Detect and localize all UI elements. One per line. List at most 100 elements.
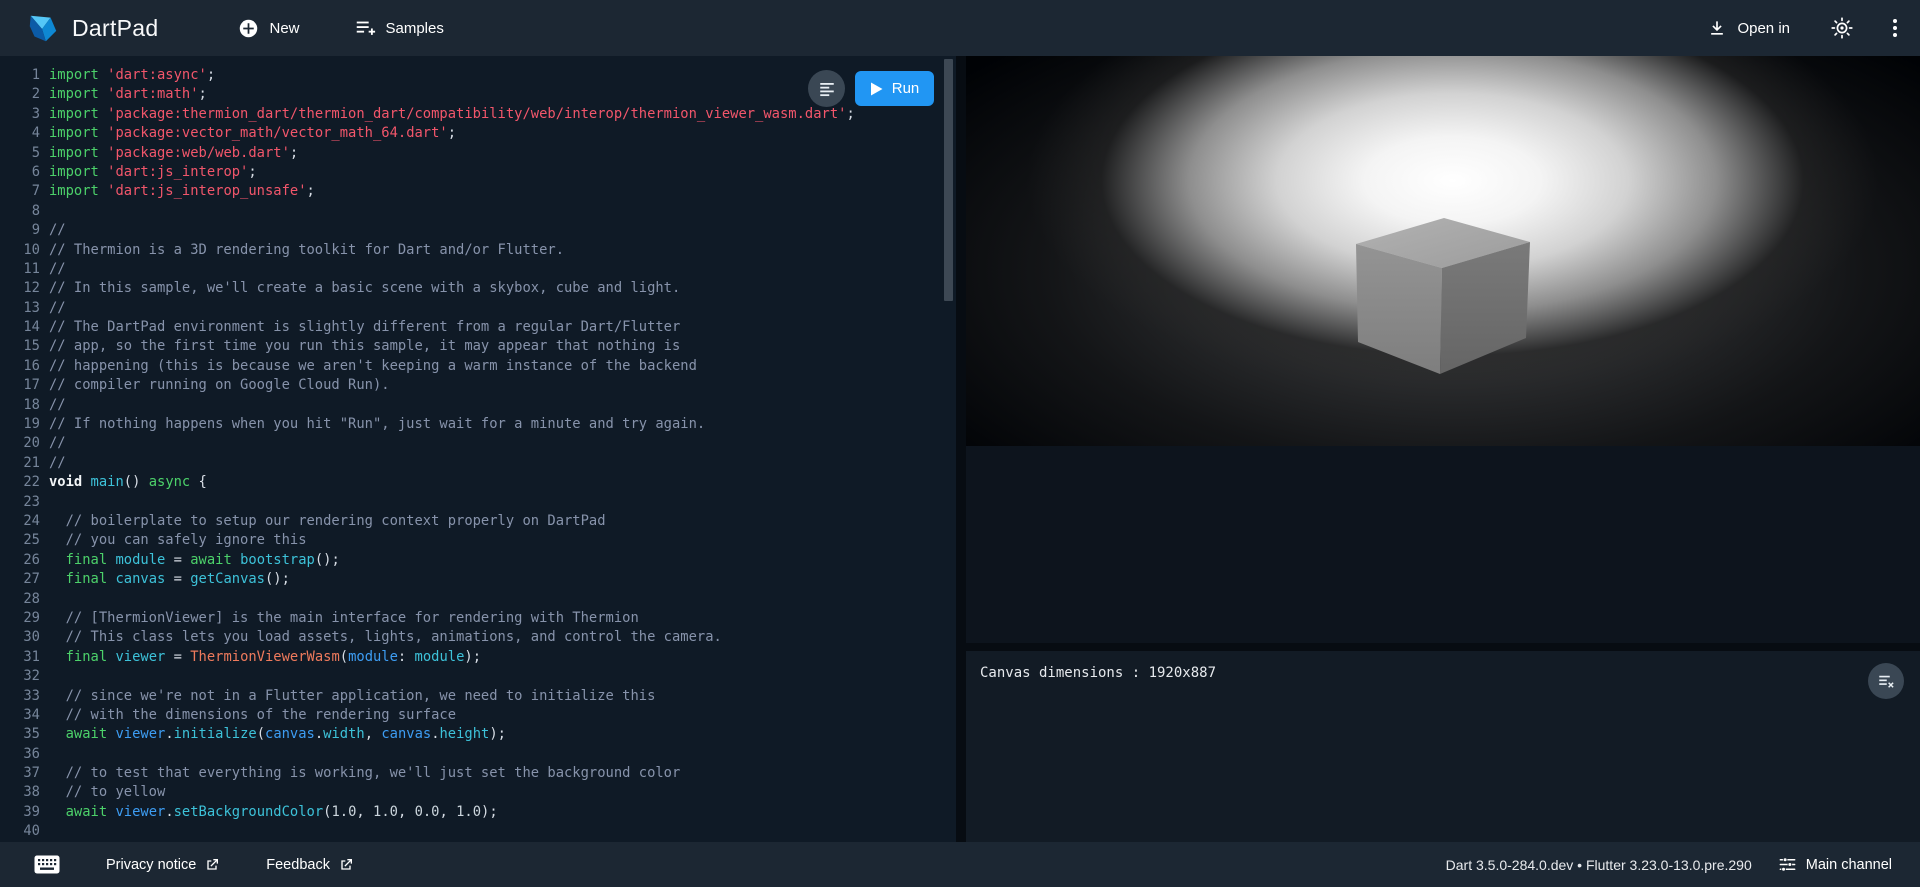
code-line[interactable]: 17 // compiler running on Google Cloud Ru… [0, 376, 956, 395]
code-line[interactable]: 34 // with the dimensions of the renderi… [0, 706, 956, 725]
code-text: // [49, 299, 66, 318]
code-line[interactable]: 40 [0, 822, 956, 841]
line-number: 3 [0, 105, 40, 124]
code-text: import 'package:thermion_dart/thermion_d… [49, 105, 855, 124]
render-canvas-3d[interactable] [966, 56, 1920, 446]
code-line[interactable]: 16 // happening (this is because we aren'… [0, 357, 956, 376]
code-line[interactable]: 18// [0, 396, 956, 415]
code-line[interactable]: 4import 'package:vector_math/vector_math… [0, 124, 956, 143]
vertical-splitter[interactable] [956, 56, 966, 842]
clear-console-button[interactable] [1868, 663, 1904, 699]
open-in-label: Open in [1737, 20, 1790, 37]
code-line[interactable]: 26 final module = await bootstrap(); [0, 551, 956, 570]
code-line[interactable]: 9// [0, 221, 956, 240]
code-line[interactable]: 10// Thermion is a 3D rendering toolkit … [0, 241, 956, 260]
code-line[interactable]: 37 // to test that everything is working… [0, 764, 956, 783]
line-number: 13 [0, 299, 40, 318]
keyboard-shortcuts-button[interactable] [30, 851, 64, 878]
code-line[interactable]: 25 // you can safely ignore this [0, 531, 956, 550]
line-number: 24 [0, 512, 40, 531]
line-number: 8 [0, 202, 40, 221]
code-line[interactable]: 12// In this sample, we'll create a basi… [0, 279, 956, 298]
top-app-bar: DartPad New Samples [0, 0, 1920, 56]
code-line[interactable]: 5import 'package:web/web.dart'; [0, 144, 956, 163]
dartpad-window: DartPad New Samples [0, 0, 1920, 887]
app-title: DartPad [72, 15, 158, 42]
code-line[interactable]: 21// [0, 454, 956, 473]
code-text: import 'dart:async'; [49, 66, 215, 85]
line-number: 14 [0, 318, 40, 337]
code-text: import 'dart:js_interop'; [49, 163, 257, 182]
code-text: await viewer.setBackgroundColor(1.0, 1.0… [49, 803, 498, 822]
line-number: 23 [0, 493, 40, 512]
code-text: // happening (this is because we aren't … [49, 357, 697, 376]
code-line[interactable]: 3 import 'package:thermion_dart/thermion_… [0, 105, 956, 124]
code-text: // compiler running on Google Cloud Run)… [49, 376, 390, 395]
code-line[interactable]: 14// The DartPad environment is slightly… [0, 318, 956, 337]
code-text: // to yellow [49, 783, 165, 802]
code-text: await viewer.initialize(canvas.width, ca… [49, 725, 506, 744]
theme-brightness-button[interactable] [1826, 12, 1858, 44]
code-line[interactable]: 30 // This class lets you load assets, l… [0, 628, 956, 647]
code-text: // to test that everything is working, w… [49, 764, 680, 783]
code-line[interactable]: 38 // to yellow [0, 783, 956, 802]
code-line[interactable]: 32 [0, 667, 956, 686]
line-number: 25 [0, 531, 40, 550]
playlist-add-icon [354, 17, 376, 39]
editor-scrollbar-thumb[interactable] [944, 59, 953, 301]
privacy-notice-link[interactable]: Privacy notice [106, 857, 220, 873]
code-line[interactable]: 20// [0, 434, 956, 453]
new-button[interactable]: New [232, 17, 305, 40]
code-text: final viewer = ThermionViewerWasm(module… [49, 648, 481, 667]
line-number: 6 [0, 163, 40, 182]
run-button[interactable]: Run [855, 71, 934, 106]
code-line[interactable]: 22void main() async { [0, 473, 956, 492]
code-line[interactable]: 15// app, so the first time you run this… [0, 337, 956, 356]
console-output: Canvas dimensions : 1920x887 [980, 665, 1216, 681]
channel-selector[interactable]: Main channel [1778, 855, 1892, 874]
line-number: 17 [0, 376, 40, 395]
line-number: 12 [0, 279, 40, 298]
code-line[interactable]: 31 final viewer = ThermionViewerWasm(mod… [0, 648, 956, 667]
line-number: 11 [0, 260, 40, 279]
channel-label: Main channel [1806, 857, 1892, 873]
code-line[interactable]: 36 [0, 745, 956, 764]
code-line[interactable]: 39 await viewer.setBackgroundColor(1.0, … [0, 803, 956, 822]
open-in-button[interactable]: Open in [1701, 17, 1796, 39]
feedback-link[interactable]: Feedback [266, 857, 354, 873]
code-text [49, 202, 57, 221]
code-text: // [ThermionViewer] is the main interfac… [49, 609, 639, 628]
line-number: 28 [0, 590, 40, 609]
code-line[interactable]: 19// If nothing happens when you hit "Ru… [0, 415, 956, 434]
plus-circle-icon [238, 18, 259, 39]
code-line[interactable]: 7 import 'dart:js_interop_unsafe'; [0, 182, 956, 201]
output-frame-background [966, 446, 1920, 643]
code-line[interactable]: 11// [0, 260, 956, 279]
line-number: 7 [0, 182, 40, 201]
line-number: 40 [0, 822, 40, 841]
status-bar: Privacy notice Feedback Dart 3.5.0-284.0… [0, 842, 1920, 887]
code-line[interactable]: 6 import 'dart:js_interop'; [0, 163, 956, 182]
horizontal-splitter[interactable] [966, 643, 1920, 651]
sdk-version-text: Dart 3.5.0-284.0.dev • Flutter 3.23.0-13… [1446, 857, 1752, 873]
format-button[interactable] [808, 70, 845, 107]
feedback-label: Feedback [266, 857, 330, 873]
console-panel: Canvas dimensions : 1920x887 [966, 651, 1920, 842]
code-line[interactable]: 29 // [ThermionViewer] is the main inter… [0, 609, 956, 628]
samples-button[interactable]: Samples [348, 16, 450, 40]
code-text: import 'dart:js_interop_unsafe'; [49, 182, 315, 201]
overflow-menu-button[interactable] [1888, 12, 1902, 44]
code-line[interactable]: 27 final canvas = getCanvas(); [0, 570, 956, 589]
code-line[interactable]: 28 [0, 590, 956, 609]
code-line[interactable]: 35 await viewer.initialize(canvas.width,… [0, 725, 956, 744]
code-line[interactable]: 33 // since we're not in a Flutter appli… [0, 687, 956, 706]
code-text [49, 493, 57, 512]
code-line[interactable]: 8 [0, 202, 956, 221]
code-editor[interactable]: 1import 'dart:async';2import 'dart:math'… [0, 56, 956, 842]
code-text: // [49, 434, 66, 453]
code-text: final canvas = getCanvas(); [49, 570, 290, 589]
code-line[interactable]: 24 // boilerplate to setup our rendering… [0, 512, 956, 531]
line-number: 16 [0, 357, 40, 376]
code-line[interactable]: 13 // [0, 299, 956, 318]
code-line[interactable]: 23 [0, 493, 956, 512]
